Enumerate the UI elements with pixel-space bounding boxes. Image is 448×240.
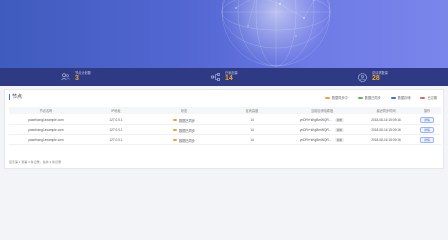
table-row: pawrfozng1example.com 127.0.0.1 数据已同步 14… — [9, 136, 441, 145]
node-action: 详情 — [413, 136, 441, 144]
legend-label: 已过期 — [427, 96, 437, 100]
stat-added: 已添加量 14 — [210, 70, 238, 84]
col-header-height[interactable]: 区块高度 — [219, 108, 285, 113]
copy-button[interactable]: 复制 — [334, 117, 345, 123]
table-row: pawrfozng1example.com 127.0.0.1 数据已同步 14… — [9, 126, 441, 135]
status-text: 数据已同步 — [179, 118, 195, 123]
legend-storing: 数据存储 — [390, 95, 411, 100]
network-icon — [210, 72, 220, 82]
node-time: 2018-08-16 15:09:16 — [371, 138, 401, 142]
col-header-ip[interactable]: IP地址 — [83, 108, 149, 113]
status-text: 数据已同步 — [179, 138, 195, 143]
copy-button[interactable]: 复制 — [334, 137, 345, 143]
globe-illustration — [221, 0, 331, 67]
stat-value: 28 — [372, 75, 380, 83]
node-ip: 127.0.0.1 — [109, 118, 123, 122]
users-icon — [60, 72, 70, 82]
detail-button[interactable]: 详情 — [419, 136, 434, 144]
legend-expired: 已过期 — [420, 95, 437, 100]
node-hash: ynDRr+kKgBmWQR... 复制 — [285, 117, 359, 123]
node-time: 2018-08-16 15:09:16 — [371, 118, 401, 122]
legend-swatch — [357, 96, 363, 99]
status-indicator — [173, 129, 178, 131]
col-header-time[interactable]: 最近同步时间 — [359, 108, 413, 113]
node-height: 14 — [250, 128, 254, 132]
legend-syncing: 数据同步中 — [324, 95, 348, 100]
legend-label: 数据存储 — [397, 96, 411, 100]
col-header-status[interactable]: 状态 — [149, 108, 219, 113]
status-indicator — [173, 119, 178, 121]
stat-requests: 总请求数量 28 — [357, 70, 388, 84]
node-action: 详情 — [413, 116, 441, 124]
card-header: 节点 数据同步中 数据已同步 数据存储 已过期 — [5, 90, 443, 104]
hash-text: ynDRr+kKgBmWQR... — [299, 138, 332, 142]
status-indicator — [173, 139, 178, 141]
nodes-card: 节点 数据同步中 数据已同步 数据存储 已过期 节点名称 IP地址 状态 区块高… — [4, 89, 444, 169]
table-row: pawrfozng1example.com 127.0.0.1 数据已同步 14… — [9, 116, 441, 125]
status-text: 数据已同步 — [179, 128, 195, 133]
stats-bar: 节点计划数 3 已添加量 14 总请求数量 28 — [0, 68, 448, 86]
col-header-action: 操作 — [423, 109, 431, 113]
node-name: pawrfozng1example.com — [28, 118, 64, 122]
col-header-name[interactable]: 节点名称 — [9, 108, 83, 113]
node-ip: 127.0.0.1 — [109, 138, 123, 142]
node-name: pawrfozng1example.com — [28, 128, 64, 132]
node-time: 2018-08-16 15:09:16 — [371, 128, 401, 132]
node-action: 详情 — [413, 126, 441, 134]
legend-label: 数据同步中 — [331, 96, 348, 100]
legend-synced: 数据已同步 — [357, 95, 381, 100]
table-header: 节点名称 IP地址 状态 区块高度 当前区块哈希值 最近同步时间 操作 — [9, 107, 441, 114]
legend-swatch — [390, 96, 396, 99]
stat-node-plan: 节点计划数 3 — [60, 70, 91, 84]
node-height: 14 — [250, 138, 254, 142]
detail-button[interactable]: 详情 — [419, 116, 434, 124]
node-status: 数据已同步 — [149, 128, 219, 133]
node-hash: ynDRr+kKgBmWQR... 复制 — [285, 137, 359, 143]
hash-text: ynDRr+kKgBmWQR... — [299, 118, 332, 122]
hero-banner — [0, 0, 448, 68]
node-name: pawrfozng1example.com — [28, 138, 64, 142]
pagination-info: 显示第 1 到第 3 条记录，总共 3 条记录 — [9, 160, 62, 164]
detail-button[interactable]: 详情 — [419, 126, 434, 134]
legend-label: 数据已同步 — [364, 96, 381, 100]
node-hash: ynDRr+kKgBmWQR... 复制 — [285, 127, 359, 133]
hash-text: ynDRr+kKgBmWQR... — [299, 128, 332, 132]
node-status: 数据已同步 — [149, 118, 219, 123]
col-header-hash[interactable]: 当前区块哈希值 — [285, 108, 359, 113]
node-status: 数据已同步 — [149, 138, 219, 143]
node-ip: 127.0.0.1 — [109, 128, 123, 132]
node-height: 14 — [250, 118, 254, 122]
section-title: 节点 — [9, 94, 22, 100]
status-legend: 数据同步中 数据已同步 数据存储 已过期 — [324, 95, 437, 100]
legend-swatch — [324, 96, 330, 99]
user-icon — [357, 72, 367, 82]
legend-swatch — [420, 96, 426, 99]
stat-value: 3 — [75, 75, 79, 83]
stat-value: 14 — [225, 75, 233, 83]
copy-button[interactable]: 复制 — [334, 127, 345, 133]
